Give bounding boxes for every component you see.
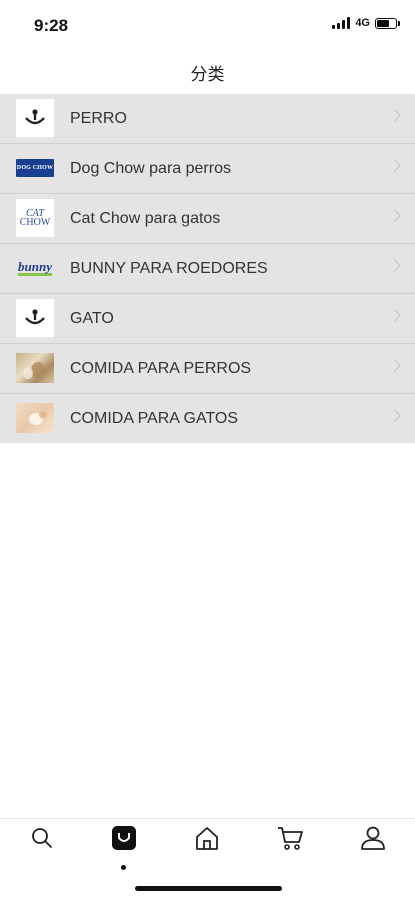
cart-icon [278,827,303,850]
status-time: 9:28 [34,16,69,35]
user-icon [361,826,385,850]
category-item-comida-gatos[interactable]: COMIDA PARA GATOS [0,394,415,443]
category-item-cat-chow[interactable]: CAT CHOW Cat Chow para gatos [0,194,415,244]
tab-categories[interactable] [104,825,144,870]
network-type: 4G [355,17,370,29]
status-indicators: 4G [332,17,400,29]
cat-chow-logo-text-2: CHOW [19,217,51,228]
cat-chow-logo: CAT CHOW [16,199,54,237]
category-item-bunny[interactable]: bunny BUNNY PARA ROEDORES [0,244,415,294]
bag-icon [112,826,136,850]
category-label: COMIDA PARA PERROS [70,359,252,377]
tab-profile[interactable] [353,825,393,861]
cat-food-photo [16,403,54,433]
active-tab-indicator [121,865,126,870]
category-list: PERRO DOG CHOW Dog Chow para perros CAT … [0,94,415,443]
chevron-right-icon [388,159,401,172]
chevron-right-icon [388,209,401,222]
chevron-right-icon [388,309,401,322]
purina-face-logo [16,299,54,337]
home-indicator [135,886,282,891]
chevron-right-icon [388,109,401,122]
bunny-logo: bunny [16,249,54,287]
tab-cart[interactable] [270,825,310,861]
chevron-right-icon [388,359,401,372]
category-label: Dog Chow para perros [70,159,231,177]
category-item-perro[interactable]: PERRO [0,94,415,144]
purina-face-logo [16,99,54,137]
category-item-dog-chow[interactable]: DOG CHOW Dog Chow para perros [0,144,415,194]
category-label: Cat Chow para gatos [70,209,221,227]
category-label: GATO [70,309,114,327]
category-label: COMIDA PARA GATOS [70,409,239,427]
battery-icon [375,17,400,29]
chevron-right-icon [388,259,401,272]
category-label: BUNNY PARA ROEDORES [70,259,268,277]
category-item-gato[interactable]: GATO [0,294,415,344]
signal-icon [332,17,351,29]
tab-search[interactable] [22,825,62,861]
status-bar: 9:28 4G [0,0,415,50]
category-item-comida-perros[interactable]: COMIDA PARA PERROS [0,344,415,394]
dog-chow-logo: DOG CHOW [16,159,54,177]
bunny-logo-text: bunny [18,258,52,276]
category-label: PERRO [70,109,127,127]
page-title: 分类 [190,65,225,84]
dog-food-photo [16,353,54,383]
chevron-right-icon [388,409,401,422]
home-icon [196,827,218,850]
search-icon [32,828,52,848]
tab-home[interactable] [187,825,227,861]
dog-chow-logo-text: DOG CHOW [16,165,54,171]
